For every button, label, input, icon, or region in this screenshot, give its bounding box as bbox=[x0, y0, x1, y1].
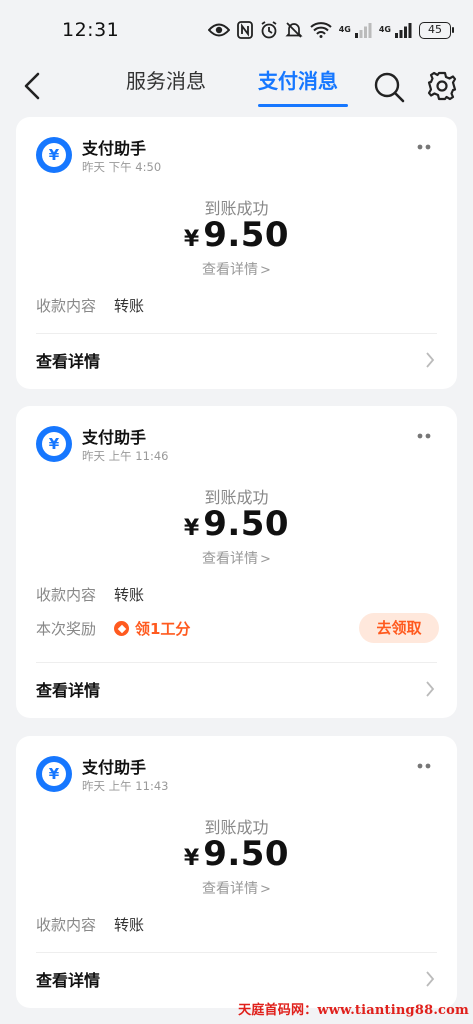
chevron-right-icon: > bbox=[260, 552, 271, 567]
amount-value: 9.50 bbox=[203, 504, 290, 544]
amount: ¥9.50 bbox=[16, 215, 457, 255]
content-label: 收款内容 bbox=[36, 586, 97, 604]
view-details-label: 查看详情 bbox=[36, 352, 101, 371]
message-time: 昨天 上午 11:46 bbox=[82, 449, 169, 463]
eye-icon bbox=[207, 23, 230, 37]
view-detail-label: 查看详情 bbox=[202, 262, 259, 278]
view-detail-link[interactable]: 查看详情 > bbox=[16, 259, 457, 279]
currency-symbol: ¥ bbox=[183, 516, 200, 541]
chevron-right-icon bbox=[426, 681, 435, 697]
yuan-icon: ¥ bbox=[42, 762, 66, 786]
signal-icon-2 bbox=[395, 23, 412, 38]
content-value: 转账 bbox=[114, 297, 145, 315]
payment-message-card[interactable]: ¥ 支付助手 昨天 上午 11:43 到账成功 ¥9.50 查看详情 > 收款内容… bbox=[16, 736, 457, 1008]
amount: ¥9.50 bbox=[16, 834, 457, 874]
signal-label-1: 4G bbox=[338, 25, 351, 34]
content-label: 收款内容 bbox=[36, 297, 97, 315]
view-detail-link[interactable]: 查看详情 > bbox=[16, 878, 457, 898]
active-tab-indicator bbox=[258, 104, 348, 107]
reward-text: 领1工分 bbox=[135, 620, 191, 638]
chevron-right-icon bbox=[426, 352, 435, 368]
more-dots-icon[interactable] bbox=[417, 143, 431, 151]
sender-name: 支付助手 bbox=[82, 139, 147, 158]
yuan-icon: ¥ bbox=[42, 432, 66, 456]
settings-gear-icon[interactable] bbox=[426, 70, 458, 102]
content-value: 转账 bbox=[114, 916, 145, 934]
more-dots-icon[interactable] bbox=[417, 762, 431, 770]
view-details-row[interactable]: 查看详情 bbox=[16, 334, 457, 386]
payment-message-card[interactable]: ¥ 支付助手 昨天 上午 11:46 到账成功 ¥9.50 查看详情 > 收款内容… bbox=[16, 406, 457, 718]
reward-label: 本次奖励 bbox=[36, 620, 97, 638]
view-details-label: 查看详情 bbox=[36, 681, 101, 700]
back-arrow-icon[interactable] bbox=[20, 70, 46, 102]
tab-payment-messages[interactable]: 支付消息 bbox=[258, 66, 338, 106]
nfc-icon bbox=[236, 21, 253, 39]
sender-avatar: ¥ bbox=[36, 756, 72, 792]
amount-value: 9.50 bbox=[203, 834, 290, 874]
alarm-icon bbox=[261, 21, 277, 39]
more-dots-icon[interactable] bbox=[417, 432, 431, 440]
content-value: 转账 bbox=[114, 586, 145, 604]
search-icon[interactable] bbox=[372, 70, 406, 104]
amount-value: 9.50 bbox=[203, 215, 290, 255]
header: 服务消息 支付消息 bbox=[0, 60, 473, 112]
view-details-label: 查看详情 bbox=[36, 971, 101, 990]
watermark: 天庭首码网：www.tianting88.com bbox=[238, 1003, 469, 1018]
view-detail-label: 查看详情 bbox=[202, 881, 259, 897]
status-bar: 12:31 4G 4G 45 bbox=[0, 0, 473, 60]
sender-avatar: ¥ bbox=[36, 426, 72, 462]
battery-indicator: 45 bbox=[419, 21, 454, 39]
reward-value: 领1工分 bbox=[114, 618, 190, 639]
chevron-right-icon: > bbox=[260, 882, 271, 897]
signal-label-2: 4G bbox=[378, 25, 391, 34]
view-details-row[interactable]: 查看详情 bbox=[16, 953, 457, 1005]
currency-symbol: ¥ bbox=[183, 227, 200, 252]
amount: ¥9.50 bbox=[16, 504, 457, 544]
currency-symbol: ¥ bbox=[183, 846, 200, 871]
mute-bell-icon bbox=[285, 22, 303, 38]
claim-reward-button[interactable]: 去领取 bbox=[359, 613, 439, 643]
view-details-row[interactable]: 查看详情 bbox=[16, 663, 457, 715]
chevron-right-icon: > bbox=[260, 263, 271, 278]
payment-message-card[interactable]: ¥ 支付助手 昨天 下午 4:50 到账成功 ¥9.50 查看详情 > 收款内容 … bbox=[16, 117, 457, 389]
chevron-right-icon bbox=[426, 971, 435, 987]
yuan-icon: ¥ bbox=[42, 143, 66, 167]
reward-coin-icon bbox=[114, 621, 129, 636]
tab-service-messages[interactable]: 服务消息 bbox=[126, 66, 206, 106]
message-time: 昨天 上午 11:43 bbox=[82, 779, 169, 793]
sender-name: 支付助手 bbox=[82, 428, 147, 447]
wifi-icon bbox=[310, 22, 332, 38]
view-detail-link[interactable]: 查看详情 > bbox=[16, 548, 457, 568]
sender-name: 支付助手 bbox=[82, 758, 147, 777]
content-label: 收款内容 bbox=[36, 916, 97, 934]
status-icons: 4G 4G 45 bbox=[207, 21, 454, 39]
status-time: 12:31 bbox=[62, 19, 120, 41]
view-detail-label: 查看详情 bbox=[202, 551, 259, 567]
signal-icon-1 bbox=[354, 23, 372, 38]
message-time: 昨天 下午 4:50 bbox=[82, 160, 162, 174]
sender-avatar: ¥ bbox=[36, 137, 72, 173]
